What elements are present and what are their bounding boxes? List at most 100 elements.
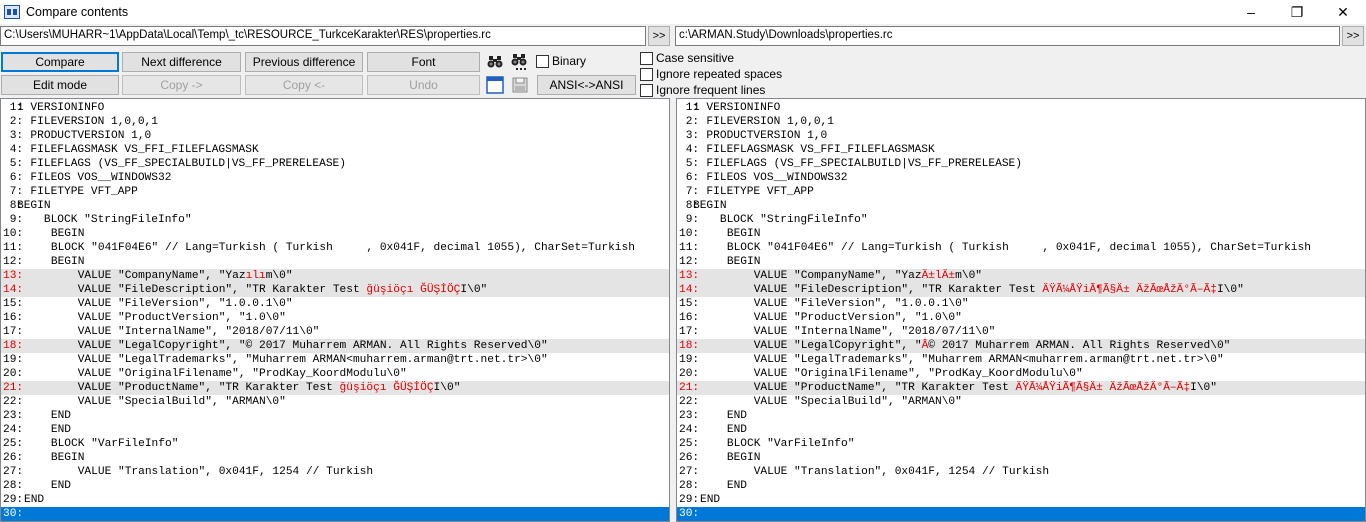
code-line[interactable]: 23: END [677, 409, 1365, 423]
code-line[interactable]: 25: BLOCK "VarFileInfo" [1, 437, 669, 451]
binary-checkbox[interactable]: Binary [536, 54, 586, 68]
code-line[interactable]: 15: VALUE "FileVersion", "1.0.0.1\0" [677, 297, 1365, 311]
code-line[interactable]: 14: VALUE "FileDescription", "TR Karakte… [677, 283, 1365, 297]
ignore-repeated-spaces-checkbox[interactable]: Ignore repeated spaces [640, 67, 782, 81]
code-line[interactable]: 5: FILEFLAGS (VS_FF_SPECIALBUILD|VS_FF_P… [677, 157, 1365, 171]
code-line[interactable]: 17: VALUE "InternalName", "2018/07/11\0" [677, 325, 1365, 339]
code-line[interactable]: 27: VALUE "Translation", 0x041F, 1254 //… [1, 465, 669, 479]
binary-checkbox-box[interactable] [536, 54, 549, 68]
line-number: 4: [679, 144, 700, 156]
code-line[interactable]: 1:1 VERSIONINFO [1, 101, 669, 115]
code-line[interactable]: 7: FILETYPE VFT_APP [1, 185, 669, 199]
ignore-frequent-lines-box[interactable] [640, 83, 653, 97]
code-line[interactable]: 22: VALUE "SpecialBuild", "ARMAN\0" [1, 395, 669, 409]
code-line[interactable]: 8:BEGIN [1, 199, 669, 213]
code-line[interactable]: 26: BEGIN [1, 451, 669, 465]
code-text-segment: VALUE "LegalTrademarks", "Muharrem ARMAN… [24, 354, 548, 366]
right-file-path-input[interactable]: c:\ARMAN.Study\Downloads\properties.rc [675, 26, 1340, 46]
right-browse-button[interactable]: >> [1342, 26, 1364, 46]
line-number: 15: [3, 298, 24, 310]
left-browse-button[interactable]: >> [648, 26, 670, 46]
case-sensitive-label: Case sensitive [656, 51, 735, 65]
restore-icon[interactable]: ❐ [1274, 0, 1320, 24]
line-number: 9: [679, 214, 700, 226]
code-line[interactable]: 20: VALUE "OriginalFilename", "ProdKay_K… [677, 367, 1365, 381]
code-line[interactable]: 13: VALUE "CompanyName", "YazÄ±lÄ±m\0" [677, 269, 1365, 283]
case-sensitive-checkbox[interactable]: Case sensitive [640, 51, 734, 65]
split-view-icon[interactable] [485, 75, 505, 95]
previous-difference-button[interactable]: Previous difference [245, 52, 363, 72]
case-sensitive-box[interactable] [640, 51, 653, 65]
left-file-pane[interactable]: 1:1 VERSIONINFO 2: FILEVERSION 1,0,0,1 3… [0, 98, 670, 522]
find-next-binoculars-icon[interactable] [510, 52, 530, 72]
code-line[interactable]: 21: VALUE "ProductName", "TR Karakter Te… [1, 381, 669, 395]
code-text-segment: BLOCK "VarFileInfo" [700, 438, 855, 450]
compare-button[interactable]: Compare [1, 52, 119, 72]
code-line[interactable]: 18: VALUE "LegalCopyright", "Â© 2017 Muh… [677, 339, 1365, 353]
code-line[interactable]: 4: FILEFLAGSMASK VS_FFI_FILEFLAGSMASK [677, 143, 1365, 157]
code-line[interactable]: 5: FILEFLAGS (VS_FF_SPECIALBUILD|VS_FF_P… [1, 157, 669, 171]
code-line[interactable]: 23: END [1, 409, 669, 423]
code-line[interactable]: 9: BLOCK "StringFileInfo" [677, 213, 1365, 227]
code-line[interactable]: 20: VALUE "OriginalFilename", "ProdKay_K… [1, 367, 669, 381]
code-line[interactable]: 26: BEGIN [677, 451, 1365, 465]
code-line[interactable]: 11: BLOCK "041F04E6" // Lang=Turkish ( T… [1, 241, 669, 255]
copy-right-button[interactable]: Copy -> [122, 75, 241, 95]
code-line[interactable]: 17: VALUE "InternalName", "2018/07/11\0" [1, 325, 669, 339]
right-file-pane[interactable]: 1:1 VERSIONINFO 2: FILEVERSION 1,0,0,1 3… [676, 98, 1366, 522]
code-line[interactable]: 24: END [677, 423, 1365, 437]
code-line[interactable]: 21: VALUE "ProductName", "TR Karakter Te… [677, 381, 1365, 395]
code-line[interactable]: 28: END [677, 479, 1365, 493]
code-line[interactable]: 8:BEGIN [677, 199, 1365, 213]
code-line[interactable]: 19: VALUE "LegalTrademarks", "Muharrem A… [677, 353, 1365, 367]
code-line[interactable]: 30: [677, 507, 1365, 521]
code-line[interactable]: 2: FILEVERSION 1,0,0,1 [677, 115, 1365, 129]
code-line[interactable]: 28: END [1, 479, 669, 493]
ignore-repeated-spaces-box[interactable] [640, 67, 653, 81]
code-line[interactable]: 15: VALUE "FileVersion", "1.0.0.1\0" [1, 297, 669, 311]
code-line[interactable]: 24: END [1, 423, 669, 437]
code-line[interactable]: 3: PRODUCTVERSION 1,0 [1, 129, 669, 143]
code-line[interactable]: 16: VALUE "ProductVersion", "1.0\0" [1, 311, 669, 325]
save-disk-icon[interactable] [510, 75, 530, 95]
minimize-icon[interactable]: – [1228, 0, 1274, 24]
code-line[interactable]: 18: VALUE "LegalCopyright", "© 2017 Muha… [1, 339, 669, 353]
code-line[interactable]: 10: BEGIN [1, 227, 669, 241]
code-text-segment: FILEOS VOS__WINDOWS32 [17, 172, 172, 184]
code-line[interactable]: 29:END [1, 493, 669, 507]
code-line[interactable]: 13: VALUE "CompanyName", "Yazılım\0" [1, 269, 669, 283]
code-line[interactable]: 12: BEGIN [1, 255, 669, 269]
code-line[interactable]: 1:1 VERSIONINFO [677, 101, 1365, 115]
code-line[interactable]: 29:END [677, 493, 1365, 507]
code-text-segment: END [700, 410, 747, 422]
undo-button[interactable]: Undo [367, 75, 480, 95]
code-line[interactable]: 10: BEGIN [677, 227, 1365, 241]
code-line[interactable]: 14: VALUE "FileDescription", "TR Karakte… [1, 283, 669, 297]
code-line[interactable]: 2: FILEVERSION 1,0,0,1 [1, 115, 669, 129]
code-line[interactable]: 16: VALUE "ProductVersion", "1.0\0" [677, 311, 1365, 325]
font-button[interactable]: Font [367, 52, 480, 72]
code-line[interactable]: 30: [1, 507, 669, 521]
code-line[interactable]: 9: BLOCK "StringFileInfo" [1, 213, 669, 227]
code-line[interactable]: 3: PRODUCTVERSION 1,0 [677, 129, 1365, 143]
code-line[interactable]: 11: BLOCK "041F04E6" // Lang=Turkish ( T… [677, 241, 1365, 255]
copy-left-button[interactable]: Copy <- [245, 75, 363, 95]
left-file-path-input[interactable]: C:\Users\MUHARR~1\AppData\Local\Temp\_tc… [0, 26, 646, 46]
code-text-segment: PRODUCTVERSION 1,0 [17, 130, 152, 142]
code-line[interactable]: 7: FILETYPE VFT_APP [677, 185, 1365, 199]
code-line[interactable]: 12: BEGIN [677, 255, 1365, 269]
code-line[interactable]: 6: FILEOS VOS__WINDOWS32 [677, 171, 1365, 185]
code-line[interactable]: 27: VALUE "Translation", 0x041F, 1254 //… [677, 465, 1365, 479]
next-difference-button[interactable]: Next difference [122, 52, 241, 72]
ignore-frequent-lines-checkbox[interactable]: Ignore frequent lines [640, 83, 765, 97]
code-text-segment: VALUE "LegalTrademarks", "Muharrem ARMAN… [700, 354, 1224, 366]
close-icon[interactable]: ✕ [1320, 0, 1366, 24]
edit-mode-button[interactable]: Edit mode [1, 75, 119, 95]
code-line[interactable]: 25: BLOCK "VarFileInfo" [677, 437, 1365, 451]
code-line[interactable]: 22: VALUE "SpecialBuild", "ARMAN\0" [677, 395, 1365, 409]
code-line[interactable]: 19: VALUE "LegalTrademarks", "Muharrem A… [1, 353, 669, 367]
ansi-conversion-button[interactable]: ANSI<->ANSI [537, 75, 636, 95]
find-binoculars-icon[interactable] [485, 52, 505, 72]
code-line[interactable]: 4: FILEFLAGSMASK VS_FFI_FILEFLAGSMASK [1, 143, 669, 157]
code-line[interactable]: 6: FILEOS VOS__WINDOWS32 [1, 171, 669, 185]
